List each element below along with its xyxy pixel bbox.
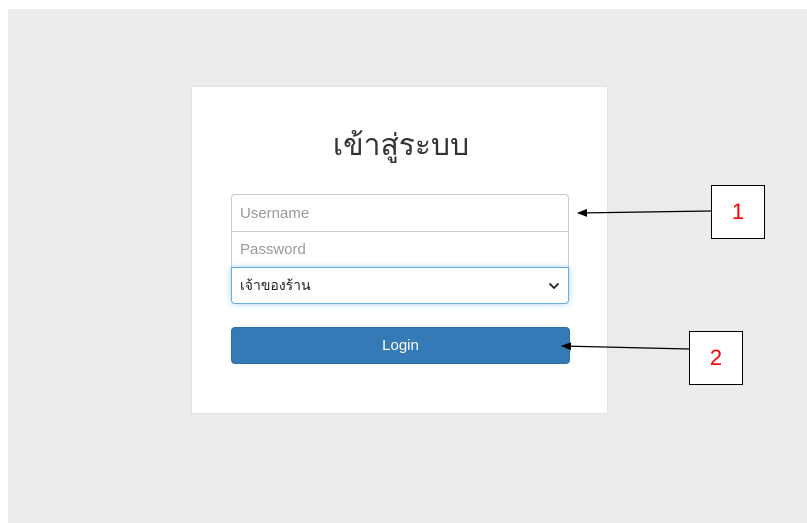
- callout-2-label: 2: [709, 345, 723, 370]
- annotation-callout-1: 1: [711, 185, 765, 239]
- role-select[interactable]: เจ้าของร้าน: [231, 267, 569, 304]
- chevron-down-icon: [548, 280, 560, 292]
- login-button-label: Login: [382, 337, 419, 354]
- login-button[interactable]: Login: [231, 327, 570, 364]
- annotation-callout-2: 2: [689, 331, 743, 385]
- password-input[interactable]: [231, 231, 569, 268]
- role-select-value: เจ้าของร้าน: [240, 277, 311, 294]
- page-title: เข้าสู่ระบบ: [332, 128, 470, 163]
- callout-1-label: 1: [731, 199, 745, 224]
- username-input[interactable]: [231, 194, 569, 232]
